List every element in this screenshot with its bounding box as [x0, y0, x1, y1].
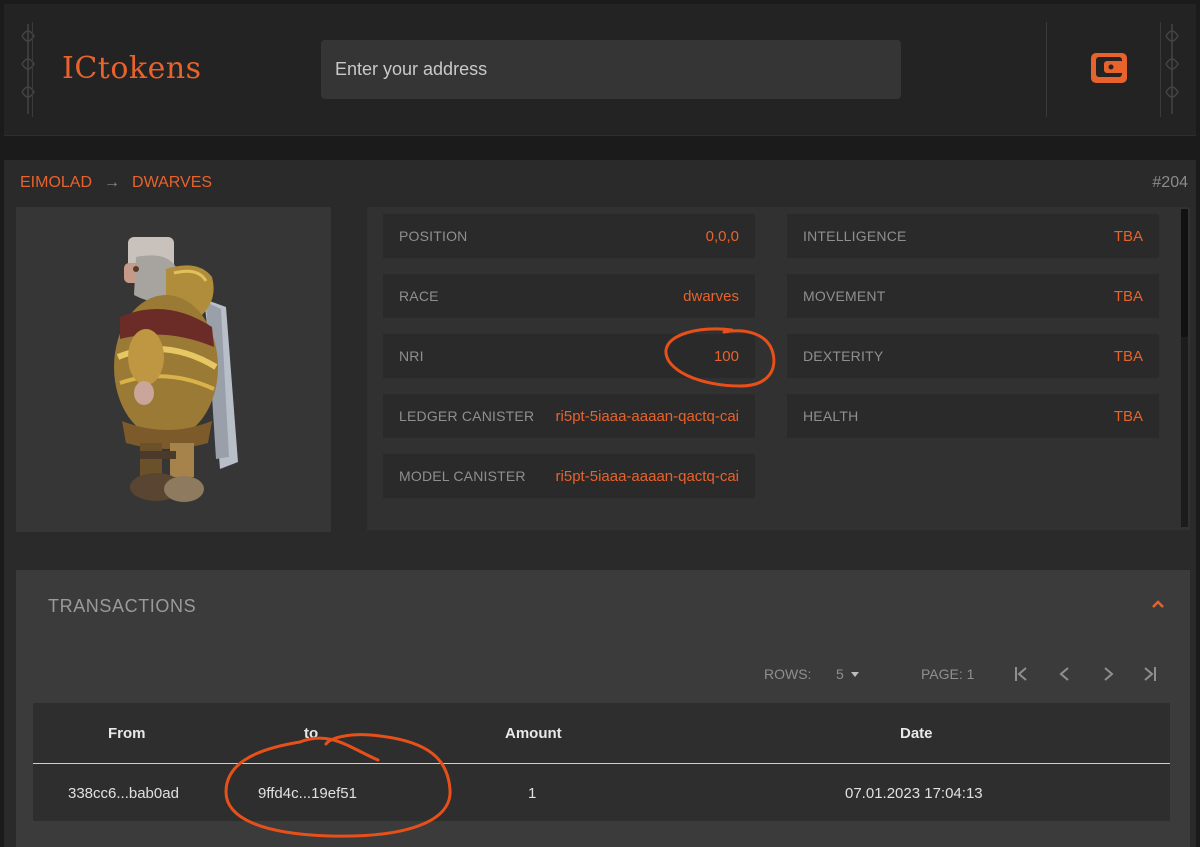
stat-movement: MOVEMENT TBA [787, 274, 1159, 318]
stat-value[interactable]: ri5pt-5iaaa-aaaan-qactq-cai [556, 408, 739, 425]
top-header: ICtokens [4, 4, 1196, 136]
arrow-right-icon: → [104, 174, 121, 191]
stat-value: TBA [1113, 287, 1143, 305]
stat-label: INTELLIGENCE [803, 228, 907, 244]
rows-per-page-value: 5 [836, 666, 844, 682]
stat-dexterity: DEXTERITY TBA [787, 334, 1159, 378]
first-page-icon[interactable] [1009, 663, 1033, 685]
stat-value: 100 [713, 347, 739, 365]
stats-scrollbar-thumb[interactable] [1181, 209, 1188, 337]
stat-label: POSITION [399, 228, 468, 244]
stat-race: RACE dwarves [383, 274, 755, 318]
chevron-up-icon[interactable] [1148, 594, 1168, 614]
stat-nri: NRI 100 [383, 334, 755, 378]
stat-value[interactable]: ri5pt-5iaaa-aaaan-qactq-cai [556, 468, 739, 485]
stat-label: DEXTERITY [803, 348, 884, 364]
breadcrumb-collection[interactable]: EIMOLAD [20, 174, 92, 191]
column-header-from[interactable]: From [108, 725, 146, 742]
token-image-panel [16, 207, 331, 532]
caret-down-icon [850, 672, 859, 677]
rows-per-page-label: ROWS: [764, 666, 812, 682]
table-header: From to Amount Date [33, 703, 1170, 764]
column-header-to[interactable]: to [304, 725, 318, 742]
stat-model-canister: MODEL CANISTER ri5pt-5iaaa-aaaan-qactq-c… [383, 454, 755, 498]
cell-date: 07.01.2023 17:04:13 [845, 785, 983, 802]
next-page-icon[interactable] [1096, 663, 1120, 685]
page-indicator: PAGE: 1 [921, 666, 975, 682]
stat-label: LEDGER CANISTER [399, 408, 535, 424]
stat-label: MOVEMENT [803, 288, 886, 304]
stat-value: dwarves [683, 287, 739, 305]
ornament-icon [1165, 24, 1179, 114]
stat-value: TBA [1113, 407, 1143, 425]
stat-label: MODEL CANISTER [399, 468, 526, 484]
transactions-table: From to Amount Date 338cc6...bab0ad 9ffd… [33, 703, 1170, 821]
token-detail-panel: EIMOLAD → DWARVES #204 POSITION 0,0,0 RA… [4, 160, 1196, 847]
cell-amount: 1 [528, 785, 537, 802]
stat-label: RACE [399, 288, 439, 304]
stat-health: HEALTH TBA [787, 394, 1159, 438]
cell-to[interactable]: 9ffd4c...19ef51 [258, 785, 357, 802]
dwarf-character-image [114, 237, 238, 502]
cell-from[interactable]: 338cc6...bab0ad [68, 785, 179, 802]
transactions-panel: TRANSACTIONS ROWS: 5 PAGE: 1 From to Amo… [16, 570, 1190, 847]
stat-value: TBA [1113, 347, 1143, 365]
transactions-title: TRANSACTIONS [48, 596, 197, 616]
logo[interactable]: ICtokens [62, 51, 202, 86]
column-header-amount[interactable]: Amount [505, 725, 562, 742]
last-page-icon[interactable] [1138, 663, 1162, 685]
stat-label: NRI [399, 348, 424, 364]
stat-ledger-canister: LEDGER CANISTER ri5pt-5iaaa-aaaan-qactq-… [383, 394, 755, 438]
stat-position: POSITION 0,0,0 [383, 214, 755, 258]
rows-per-page-select[interactable]: 5 [836, 666, 862, 682]
header-divider [32, 22, 33, 117]
stat-label: HEALTH [803, 408, 859, 424]
header-divider [1046, 22, 1047, 117]
stats-scrollbar-track[interactable] [1181, 337, 1188, 527]
stat-value: 0,0,0 [705, 227, 739, 245]
breadcrumb: EIMOLAD → DWARVES [20, 174, 212, 192]
ornament-icon [21, 24, 35, 114]
token-stats-panel: POSITION 0,0,0 RACE dwarves NRI 100 LEDG… [367, 207, 1190, 530]
previous-page-icon[interactable] [1053, 663, 1077, 685]
address-search-input[interactable] [321, 40, 901, 99]
header-divider [1160, 22, 1161, 117]
column-header-date[interactable]: Date [900, 725, 933, 742]
stat-value: TBA [1113, 227, 1143, 245]
stat-intelligence: INTELLIGENCE TBA [787, 214, 1159, 258]
breadcrumb-category[interactable]: DWARVES [132, 174, 212, 191]
token-id: #204 [1152, 174, 1188, 191]
wallet-icon[interactable] [1090, 50, 1128, 84]
